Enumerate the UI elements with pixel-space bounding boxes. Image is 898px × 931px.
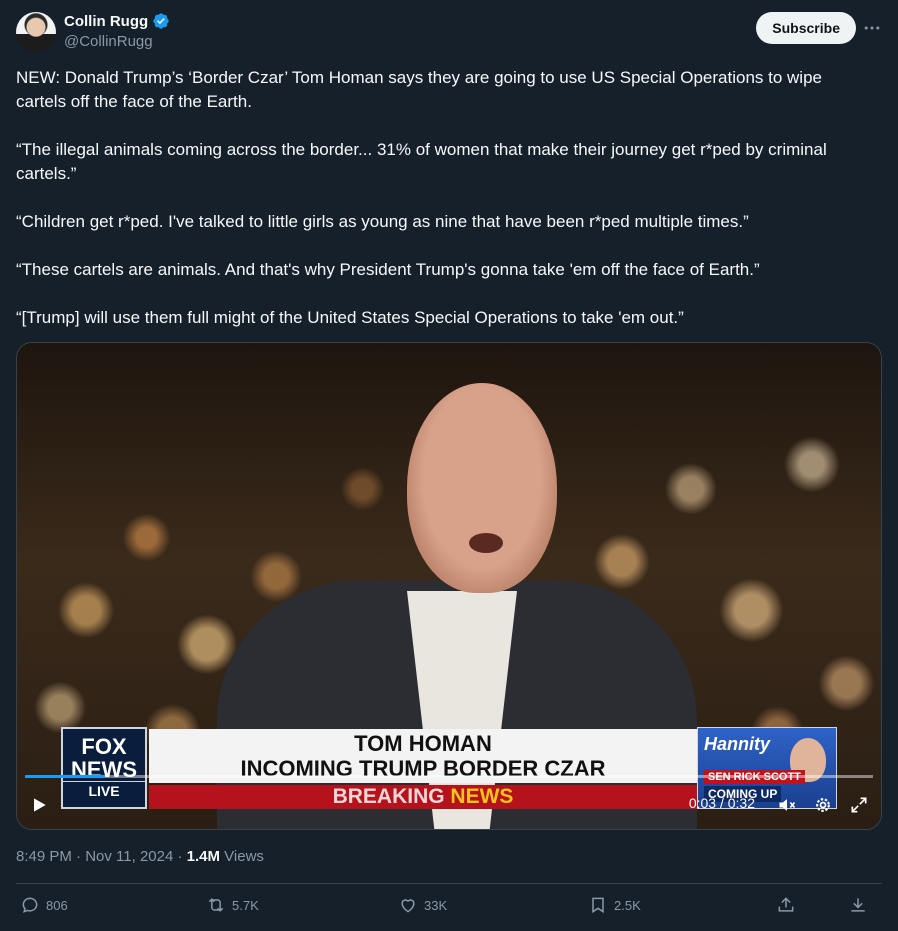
tweet-paragraph: “Children get r*ped. I've talked to litt… [16, 212, 749, 231]
subscribe-button[interactable]: Subscribe [756, 12, 856, 44]
tweet-header: Collin Rugg @CollinRugg Subscribe [16, 12, 882, 56]
bookmark-button[interactable]: 2.5K [588, 895, 641, 915]
heart-icon [401, 899, 415, 913]
repost-button[interactable]: 5.7K [206, 895, 259, 915]
tweet-paragraph: “These cartels are animals. And that's w… [16, 260, 760, 279]
views-label: Views [220, 848, 264, 865]
tweet-paragraph: NEW: Donald Trump’s ‘Border Czar’ Tom Ho… [16, 68, 822, 111]
video-progress-fill [25, 775, 105, 778]
tweet-meta: 8:49 PM · Nov 11, 2024 · 1.4M Views [16, 848, 264, 865]
fullscreen-icon[interactable] [847, 793, 871, 817]
repost-count: 5.7K [232, 897, 259, 913]
bookmark-count: 2.5K [614, 897, 641, 913]
tweet-actions: 806 5.7K 33K 2.5K [16, 895, 882, 919]
like-button[interactable]: 33K [398, 895, 447, 915]
share-button[interactable] [776, 895, 796, 915]
like-count: 33K [424, 897, 448, 913]
view-count: 1.4M [186, 848, 220, 865]
reply-button[interactable]: 806 [20, 895, 68, 915]
video-progress-bar[interactable] [25, 775, 873, 778]
video-time: 0:03 / 0:32 [688, 795, 755, 811]
tweet-timestamp[interactable]: 8:49 PM · Nov 11, 2024 · [16, 848, 187, 865]
verified-badge-icon [153, 13, 169, 29]
download-button[interactable] [848, 895, 868, 915]
reply-icon [22, 897, 38, 913]
tweet-paragraph: “[Trump] will use them full might of the… [16, 308, 684, 327]
repost-icon [208, 898, 224, 912]
author-avatar[interactable] [16, 12, 56, 52]
author-handle[interactable]: @CollinRugg [64, 33, 170, 50]
video-player[interactable]: FOX NEWS LIVE TOM HOMAN INCOMING TRUMP B… [16, 342, 882, 830]
tweet-text: NEW: Donald Trump’s ‘Border Czar’ Tom Ho… [16, 66, 876, 354]
bookmark-icon [592, 897, 604, 914]
tweet-paragraph: “The illegal animals coming across the b… [16, 140, 827, 183]
mute-icon[interactable] [775, 793, 799, 817]
play-icon[interactable] [27, 793, 51, 817]
reply-count: 806 [46, 897, 68, 913]
settings-gear-icon[interactable] [811, 793, 835, 817]
download-icon [851, 898, 865, 912]
share-icon [778, 897, 794, 912]
more-options-icon[interactable] [862, 18, 882, 38]
author-name[interactable]: Collin Rugg [64, 13, 148, 30]
author-info: Collin Rugg @CollinRugg [64, 12, 170, 50]
video-controls: 0:03 / 0:32 [17, 781, 881, 829]
divider [16, 883, 882, 884]
